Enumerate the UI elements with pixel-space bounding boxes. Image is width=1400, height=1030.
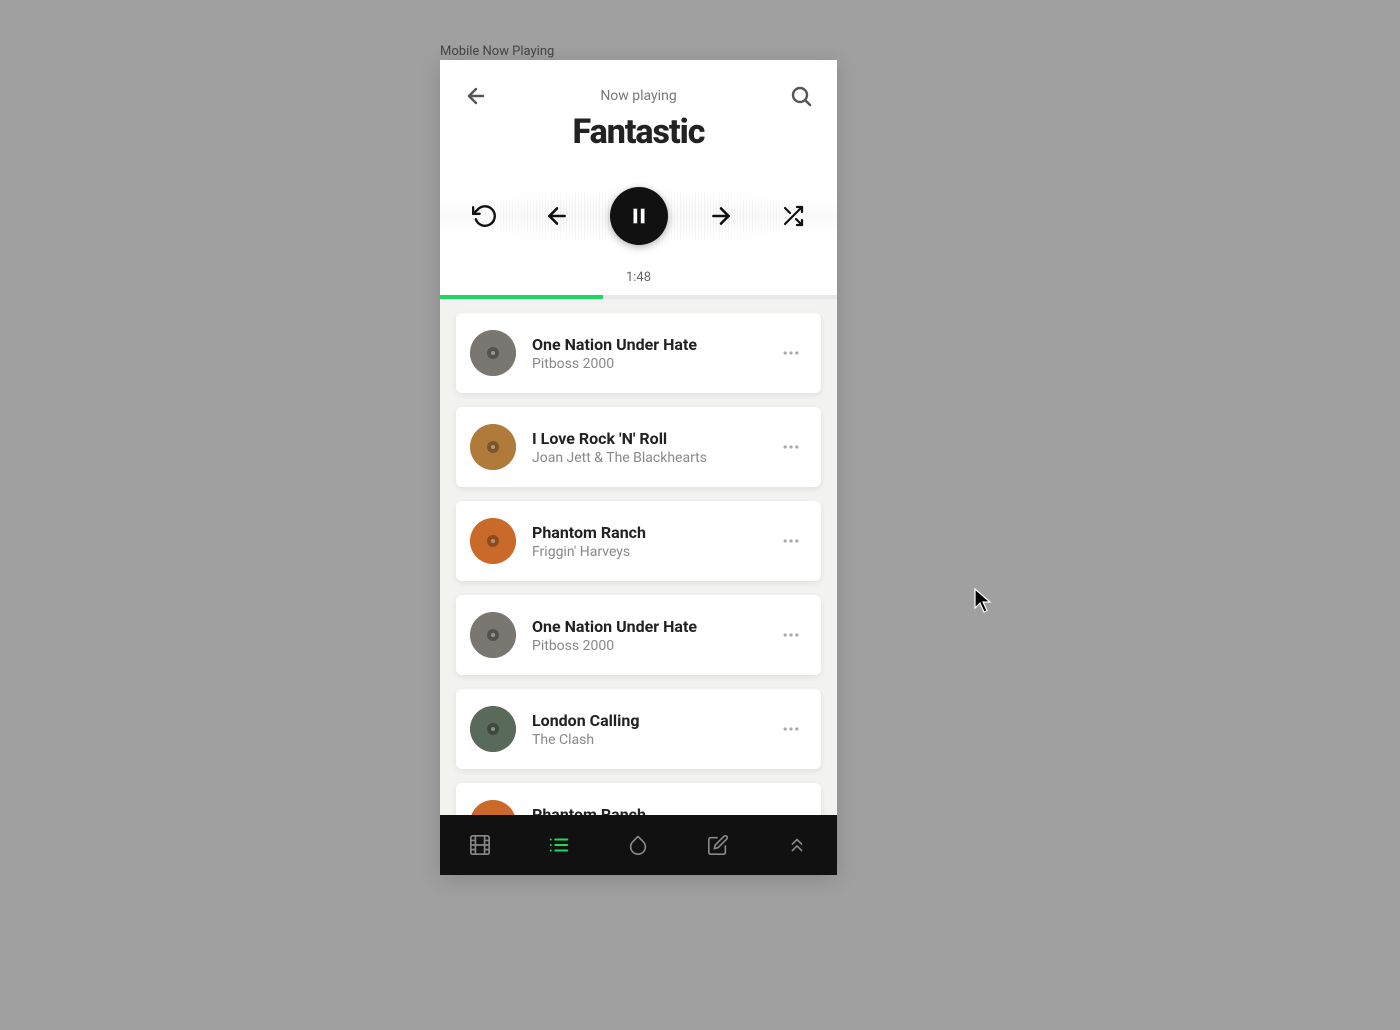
track-card[interactable]: Phantom RanchFriggin' Harveys [456,783,821,815]
track-title: I Love Rock 'N' Roll [532,429,759,448]
now-playing-title: Fantastic [460,112,817,152]
album-art [470,612,516,658]
shuffle-icon [781,204,805,228]
player-controls [440,166,837,266]
list-icon [548,834,570,856]
next-button[interactable] [702,197,740,235]
track-info: Phantom Ranch Friggin' Harveys [532,523,759,560]
track-card[interactable]: London Calling The Clash [456,689,821,769]
arrow-left-icon [544,203,570,229]
replay-icon [472,203,498,229]
back-button[interactable] [460,80,492,112]
progress-bar[interactable] [440,295,837,299]
more-button[interactable] [775,337,807,369]
more-horizontal-icon [781,625,801,645]
arrow-left-icon [464,84,488,108]
tab-edit[interactable] [698,825,738,865]
track-artist: The Clash [532,732,759,748]
tab-bar [440,815,837,875]
tab-library[interactable] [460,825,500,865]
replay-button[interactable] [466,197,504,235]
track-artist: Joan Jett & The Blackhearts [532,450,759,466]
track-title: Phantom Ranch [532,805,759,816]
track-card[interactable]: I Love Rock 'N' Roll Joan Jett & The Blac… [456,407,821,487]
track-artist: Pitboss 2000 [532,356,759,372]
track-title: One Nation Under Hate [532,617,759,636]
pause-icon [628,205,650,227]
time-elapsed: 1:48 [440,270,837,285]
more-horizontal-icon [781,343,801,363]
track-info: One Nation Under Hate Pitboss 2000 [532,617,759,654]
header-subtitle: Now playing [492,88,785,104]
header: Now playing Fantastic [440,60,837,166]
more-button[interactable] [775,525,807,557]
more-button[interactable] [775,431,807,463]
track-info: One Nation Under Hate Pitboss 2000 [532,335,759,372]
tab-top[interactable] [777,825,817,865]
tab-queue[interactable] [539,825,579,865]
more-button[interactable] [775,807,807,815]
film-icon [469,834,491,856]
edit-icon [707,834,729,856]
album-art [470,424,516,470]
pause-button[interactable] [610,187,668,245]
track-title: London Calling [532,711,759,730]
track-info: Phantom RanchFriggin' Harveys [532,805,759,816]
cursor-icon [974,588,996,614]
track-artist: Friggin' Harveys [532,544,759,560]
track-title: Phantom Ranch [532,523,759,542]
track-info: I Love Rock 'N' Roll Joan Jett & The Blac… [532,429,759,466]
previous-button[interactable] [538,197,576,235]
album-art [470,706,516,752]
search-icon [789,84,813,108]
search-button[interactable] [785,80,817,112]
album-art [470,330,516,376]
tab-discover[interactable] [618,825,658,865]
shuffle-button[interactable] [774,197,812,235]
arrow-right-icon [708,203,734,229]
album-art [470,518,516,564]
track-info: London Calling The Clash [532,711,759,748]
more-button[interactable] [775,713,807,745]
track-artist: Pitboss 2000 [532,638,759,654]
frame-label: Mobile Now Playing [440,44,554,59]
track-title: One Nation Under Hate [532,335,759,354]
more-horizontal-icon [781,437,801,457]
mobile-device-frame: Now playing Fantastic 1:48 One Nation Un… [440,60,837,875]
more-horizontal-icon [781,719,801,739]
track-card[interactable]: Phantom Ranch Friggin' Harveys [456,501,821,581]
chevrons-up-icon [786,834,808,856]
queue-list: One Nation Under Hate Pitboss 2000 I Love … [440,299,837,815]
more-button[interactable] [775,619,807,651]
progress-fill [440,295,603,299]
more-horizontal-icon [781,531,801,551]
droplet-icon [627,834,649,856]
track-card[interactable]: One Nation Under Hate Pitboss 2000 [456,313,821,393]
track-card[interactable]: One Nation Under Hate Pitboss 2000 [456,595,821,675]
album-art [470,800,516,815]
